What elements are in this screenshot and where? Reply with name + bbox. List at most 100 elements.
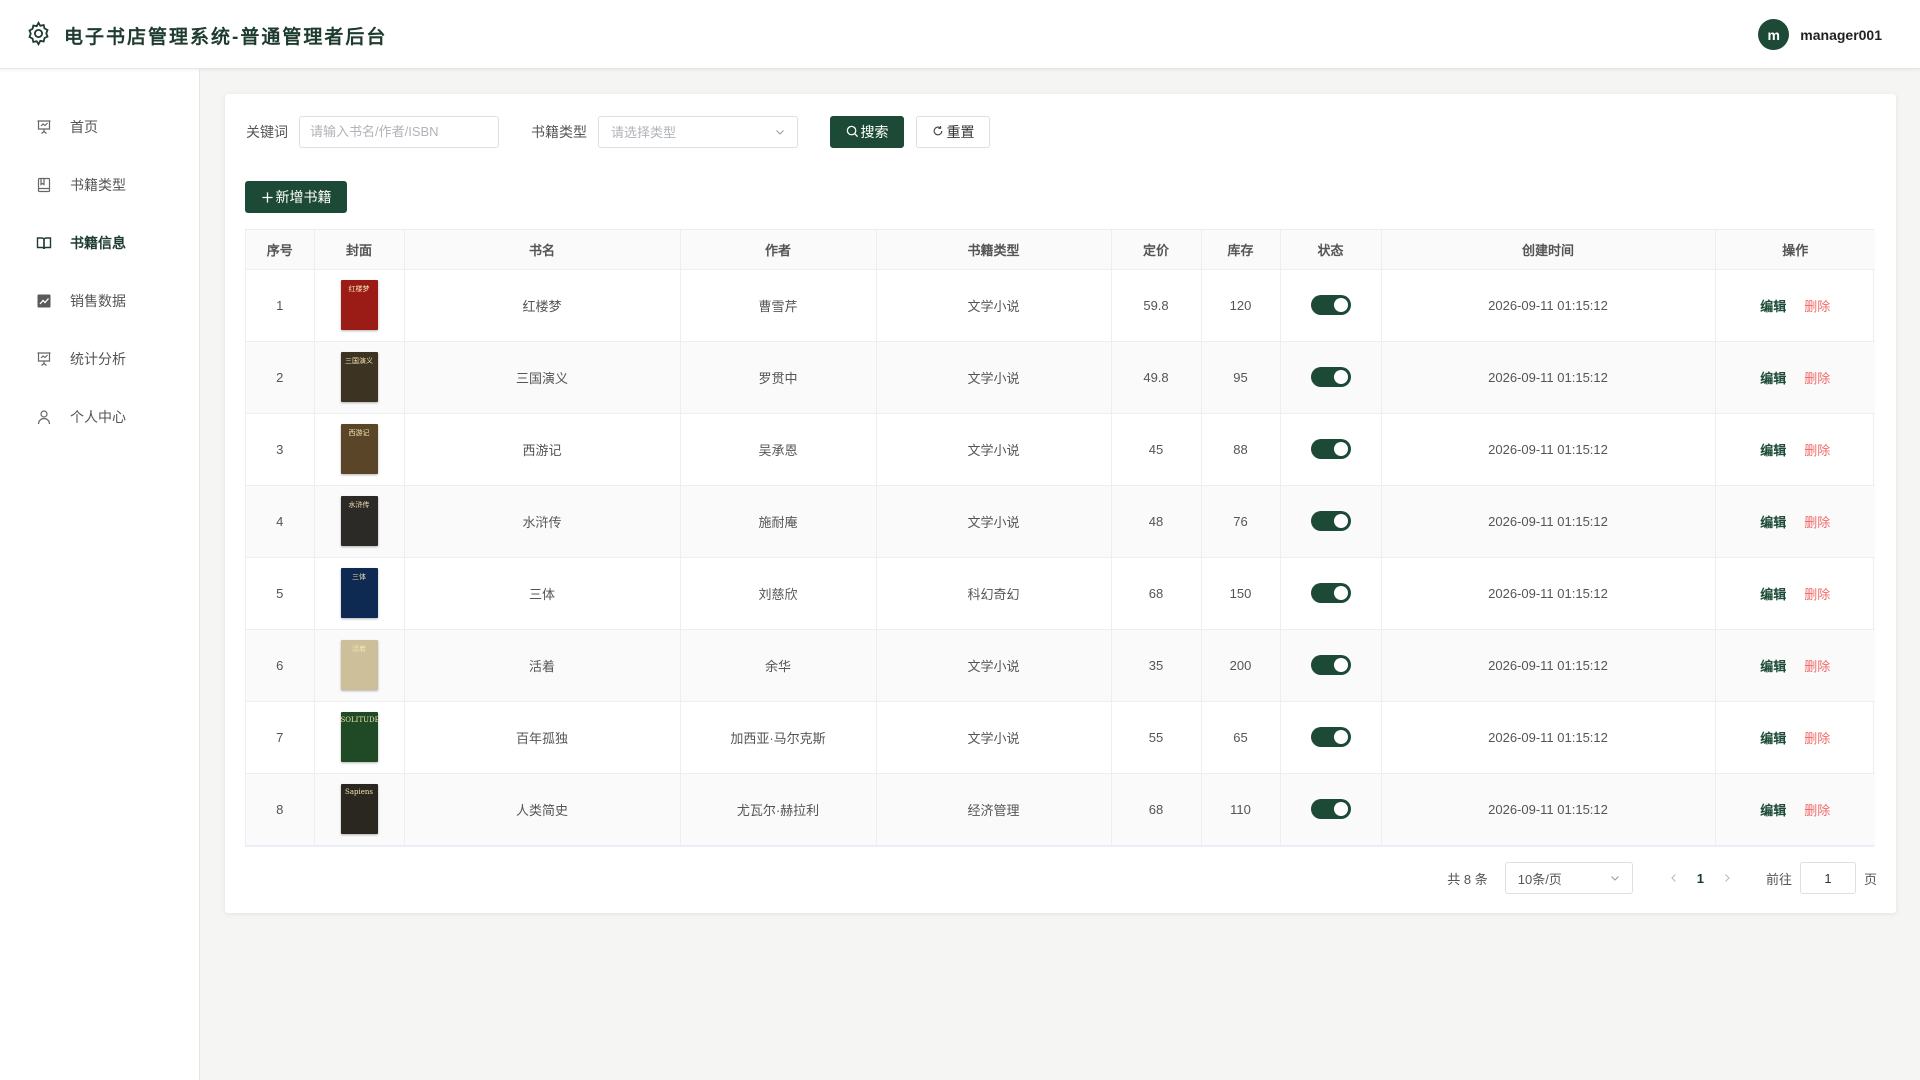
edit-button[interactable]: 编辑	[1760, 587, 1786, 602]
cell-stock: 88	[1201, 413, 1281, 486]
sidebar-item-statistics[interactable]: 统计分析	[0, 330, 199, 388]
edit-button[interactable]: 编辑	[1760, 803, 1786, 818]
cover-text: SOLITUDE	[340, 716, 378, 724]
status-toggle[interactable]	[1310, 799, 1351, 819]
book-cover-image: 三国演义	[340, 352, 378, 402]
cell-no: 1	[246, 269, 315, 342]
status-toggle[interactable]	[1310, 439, 1351, 459]
cell-stock: 120	[1201, 269, 1281, 342]
cell-title: 红楼梦	[404, 269, 681, 342]
book-type-placeholder: 请选择类型	[611, 125, 677, 140]
book-cover-image: Sapiens	[340, 784, 378, 834]
search-button-label: 搜索	[860, 123, 889, 140]
edit-button[interactable]: 编辑	[1760, 659, 1786, 674]
cell-author: 曹雪芹	[680, 269, 877, 342]
cover-text: 活着	[352, 645, 366, 653]
sidebar-item-book-info[interactable]: 书籍信息	[0, 214, 199, 272]
cell-type: 文学小说	[876, 341, 1112, 414]
cell-stock: 95	[1201, 341, 1281, 414]
sidebar-item-profile[interactable]: 个人中心	[0, 388, 199, 446]
col-header-actions: 操作	[1715, 230, 1875, 270]
delete-button[interactable]: 删除	[1804, 731, 1830, 746]
col-header-title: 书名	[404, 230, 681, 270]
delete-button[interactable]: 删除	[1804, 371, 1830, 386]
username[interactable]: manager001	[1800, 27, 1882, 43]
cell-stock: 76	[1201, 485, 1281, 558]
cell-type: 科幻奇幻	[876, 557, 1112, 630]
chevron-down-icon	[776, 129, 784, 135]
status-toggle[interactable]	[1310, 583, 1351, 603]
cell-actions: 编辑 删除	[1715, 413, 1875, 486]
cell-status	[1280, 701, 1382, 774]
sidebar-item-label: 销售数据	[70, 293, 126, 309]
delete-button[interactable]: 删除	[1804, 515, 1830, 530]
goto-page-input[interactable]	[1799, 862, 1856, 894]
edit-button[interactable]: 编辑	[1760, 371, 1786, 386]
cell-no: 8	[246, 773, 315, 846]
plus-icon	[261, 191, 274, 204]
cell-author: 尤瓦尔·赫拉利	[680, 773, 877, 846]
cell-price: 59.8	[1111, 269, 1202, 342]
status-toggle[interactable]	[1310, 367, 1351, 387]
search-icon	[846, 125, 859, 138]
gear-icon	[28, 21, 49, 46]
page-size-select[interactable]: 10条/页	[1504, 862, 1633, 894]
status-toggle[interactable]	[1310, 511, 1351, 531]
edit-button[interactable]: 编辑	[1760, 731, 1786, 746]
cell-cover: 三国演义	[314, 341, 405, 414]
cell-actions: 编辑 删除	[1715, 485, 1875, 558]
add-book-button[interactable]: 新增书籍	[245, 181, 347, 213]
cell-cover: 西游记	[314, 413, 405, 486]
cover-text: 水浒传	[348, 501, 370, 509]
book-type-select[interactable]: 请选择类型	[598, 115, 798, 148]
keyword-input[interactable]	[299, 115, 499, 148]
table-header-row: 序号 封面 书名 作者 书籍类型 定价 库存 状态 创建时间 操作	[246, 230, 1875, 270]
cell-type: 经济管理	[876, 773, 1112, 846]
cell-actions: 编辑 删除	[1715, 629, 1875, 702]
cell-created: 2026-09-11 01:15:12	[1381, 773, 1716, 846]
delete-button[interactable]: 删除	[1804, 443, 1830, 458]
page-number-current[interactable]: 1	[1697, 871, 1704, 886]
table-row: 8 Sapiens 人类简史 尤瓦尔·赫拉利 经济管理 68 110 2026-09-11 0…	[246, 773, 1875, 846]
cell-actions: 编辑 删除	[1715, 557, 1875, 630]
user-menu[interactable]: m manager001	[1758, 19, 1882, 50]
prev-page-button[interactable]	[1668, 872, 1680, 884]
reset-button[interactable]: 重置	[916, 115, 990, 148]
cell-type: 文学小说	[876, 485, 1112, 558]
sidebar: 首页 书籍类型 书籍信息 销售数据 统计分析 个人中心	[0, 69, 200, 1080]
cell-status	[1280, 485, 1382, 558]
cell-status	[1280, 773, 1382, 846]
edit-button[interactable]: 编辑	[1760, 443, 1786, 458]
sidebar-item-sales[interactable]: 销售数据	[0, 272, 199, 330]
cell-no: 3	[246, 413, 315, 486]
status-toggle[interactable]	[1310, 727, 1351, 747]
delete-button[interactable]: 删除	[1804, 659, 1830, 674]
delete-button[interactable]: 删除	[1804, 299, 1830, 314]
status-toggle[interactable]	[1310, 655, 1351, 675]
cell-created: 2026-09-11 01:15:12	[1381, 413, 1716, 486]
cell-stock: 110	[1201, 773, 1281, 846]
sidebar-item-home[interactable]: 首页	[0, 98, 199, 156]
cell-stock: 65	[1201, 701, 1281, 774]
delete-button[interactable]: 删除	[1804, 803, 1830, 818]
cell-type: 文学小说	[876, 701, 1112, 774]
cell-created: 2026-09-11 01:15:12	[1381, 701, 1716, 774]
sidebar-item-label: 统计分析	[70, 351, 126, 367]
book-cover-image: 三体	[340, 568, 378, 618]
edit-button[interactable]: 编辑	[1760, 299, 1786, 314]
status-toggle[interactable]	[1310, 295, 1351, 315]
cell-cover: 水浒传	[314, 485, 405, 558]
avatar[interactable]: m	[1758, 19, 1790, 50]
cell-created: 2026-09-11 01:15:12	[1381, 557, 1716, 630]
app-title: 电子书店管理系统-普通管理者后台	[64, 27, 388, 48]
delete-button[interactable]: 删除	[1804, 587, 1830, 602]
chevron-down-icon	[1610, 876, 1619, 881]
cover-text: Sapiens	[345, 788, 373, 796]
cell-actions: 编辑 删除	[1715, 773, 1875, 846]
next-page-button[interactable]	[1721, 872, 1733, 884]
reset-button-label: 重置	[946, 123, 975, 140]
edit-button[interactable]: 编辑	[1760, 515, 1786, 530]
search-button[interactable]: 搜索	[830, 115, 904, 148]
cover-text: 三体	[352, 573, 366, 581]
sidebar-item-book-types[interactable]: 书籍类型	[0, 156, 199, 214]
